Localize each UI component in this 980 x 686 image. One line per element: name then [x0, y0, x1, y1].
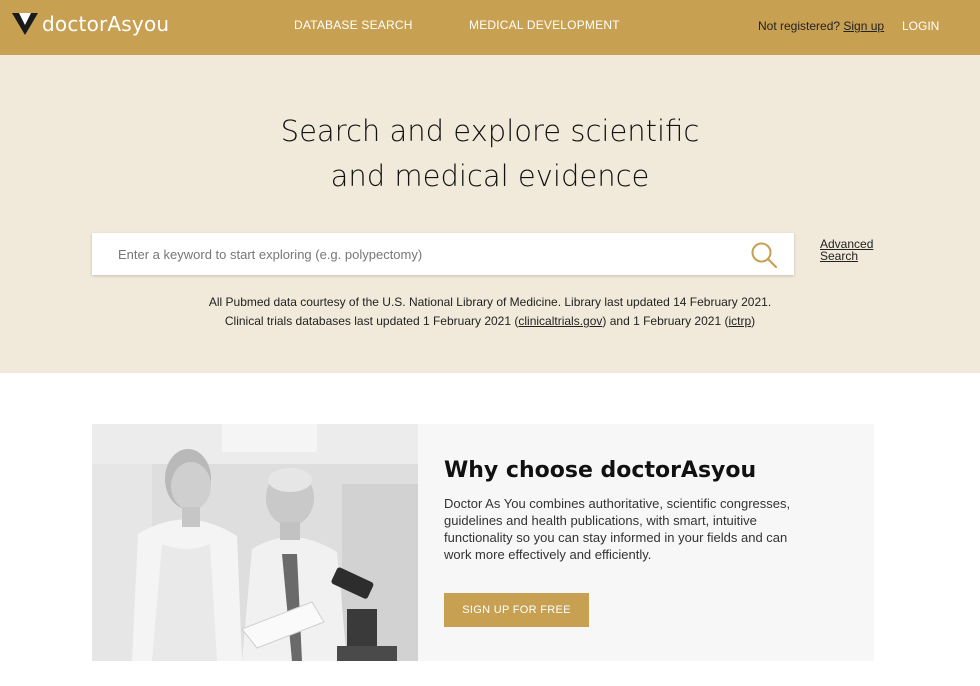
logo[interactable]: doctorAsyou: [12, 12, 169, 36]
hero-title-line-1: Search and explore scientific: [280, 114, 700, 148]
search-box: [92, 233, 794, 275]
nav-medical-development[interactable]: MEDICAL DEVELOPMENT: [469, 18, 620, 32]
sign-up-for-free-button[interactable]: SIGN UP FOR FREE: [444, 593, 589, 627]
why-choose-title: Why choose doctorAsyou: [444, 458, 757, 483]
doctors-illustration: [92, 424, 418, 661]
advanced-search-link[interactable]: Advanced Search: [820, 238, 880, 262]
top-navigation-bar: doctorAsyou DATABASE SEARCH MEDICAL DEVE…: [0, 0, 980, 55]
hero-title: Search and explore scientific and medica…: [0, 109, 980, 199]
clinical-trials-notice: Clinical trials databases last updated 1…: [0, 314, 980, 328]
hero-section: Search and explore scientific and medica…: [0, 55, 980, 373]
clinicaltrials-link[interactable]: clinicaltrials.gov: [518, 314, 602, 328]
clinical-trials-notice-text-a: Clinical trials databases last updated 1…: [224, 314, 519, 328]
doctors-photo: [92, 424, 418, 661]
pubmed-notice: All Pubmed data courtesy of the U.S. Nat…: [208, 295, 772, 309]
not-registered-prompt: Not registered? Sign up: [758, 19, 884, 33]
why-choose-section: Why choose doctorAsyou Doctor As You com…: [92, 424, 874, 661]
hero-title-line-2: and medical evidence: [330, 159, 650, 193]
nav-database-search[interactable]: DATABASE SEARCH: [294, 18, 413, 32]
ictrp-link[interactable]: ictrp: [728, 314, 751, 328]
logo-mark-icon: [12, 13, 38, 35]
not-registered-text: Not registered?: [758, 19, 841, 33]
search-icon[interactable]: [750, 241, 778, 269]
login-link[interactable]: LOGIN: [902, 19, 939, 33]
logo-text: doctorAsyou: [42, 12, 170, 36]
search-input[interactable]: [92, 233, 732, 275]
sign-up-link[interactable]: Sign up: [843, 19, 884, 33]
clinical-trials-notice-text-c: ): [751, 314, 756, 328]
clinical-trials-notice-text-b: ) and 1 February 2021 (: [602, 314, 729, 328]
why-choose-body: Doctor As You combines authoritative, sc…: [444, 496, 791, 562]
